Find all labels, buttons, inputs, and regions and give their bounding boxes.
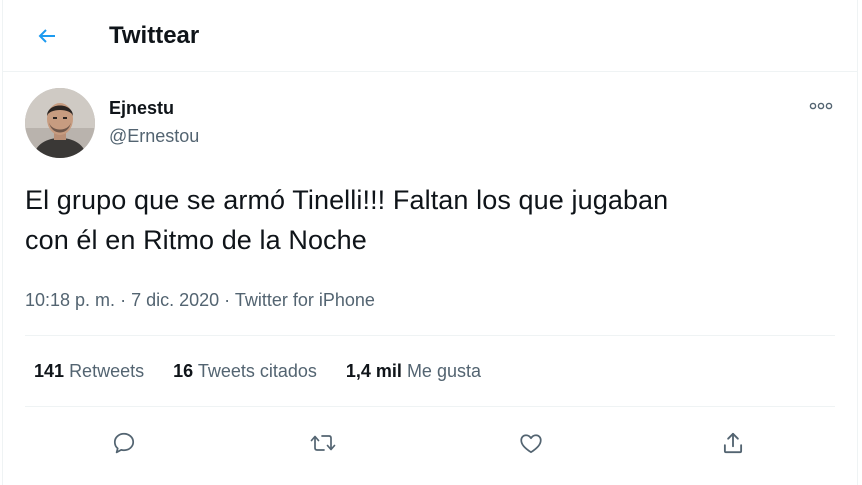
back-button[interactable] xyxy=(27,16,67,56)
like-icon xyxy=(520,434,542,454)
avatar[interactable] xyxy=(25,88,95,158)
tweet-source-link[interactable]: Twitter for iPhone xyxy=(235,290,375,310)
tweet-text-line-1: El grupo que se armó Tinelli!!! Faltan l… xyxy=(25,185,669,215)
tweet-text: El grupo que se armó Tinelli!!! Faltan l… xyxy=(25,180,825,260)
share-icon xyxy=(723,432,743,454)
profile-photo-icon xyxy=(25,88,95,158)
page-title: Twittear xyxy=(109,22,200,49)
more-icon xyxy=(809,102,833,110)
tweet-meta: 10:18 p. m. · 7 dic. 2020 · Twitter for … xyxy=(25,288,375,312)
tweet-page: Twittear Ejnestu @Ernestou El grupo que … xyxy=(2,0,858,485)
quote-tweets-count: 16 xyxy=(173,361,194,381)
divider xyxy=(25,406,835,407)
likes-stat[interactable]: 1,4 mil Me gusta xyxy=(346,359,481,383)
likes-label: Me gusta xyxy=(406,361,481,381)
more-options-button[interactable] xyxy=(805,94,837,118)
share-button[interactable] xyxy=(710,420,756,466)
quote-tweets-stat[interactable]: 16 Tweets citados xyxy=(173,359,317,383)
retweets-count: 141 xyxy=(34,361,65,381)
retweet-button[interactable] xyxy=(300,420,346,466)
page-header: Twittear xyxy=(3,0,857,72)
divider xyxy=(25,335,835,336)
tweet-stats: 141 Retweets 16 Tweets citados 1,4 mil M… xyxy=(34,359,510,383)
like-button[interactable] xyxy=(508,420,554,466)
author-name[interactable]: Ejnestu xyxy=(109,97,174,119)
quote-tweets-label: Tweets citados xyxy=(197,361,317,381)
retweets-label: Retweets xyxy=(69,361,145,381)
tweet-time-link[interactable]: 10:18 p. m. xyxy=(25,290,115,310)
likes-count: 1,4 mil xyxy=(345,361,402,381)
tweet-text-line-2: con él en Ritmo de la Noche xyxy=(25,225,367,255)
meta-separator: · xyxy=(115,290,132,310)
tweet-date-link[interactable]: 7 dic. 2020 xyxy=(131,290,219,310)
arrow-left-icon xyxy=(38,29,55,43)
author-handle[interactable]: @Ernestou xyxy=(109,125,199,147)
meta-separator: · xyxy=(219,290,235,310)
tweet-actions xyxy=(3,420,857,466)
retweets-stat[interactable]: 141 Retweets xyxy=(34,359,144,383)
reply-button[interactable] xyxy=(101,420,147,466)
retweet-icon xyxy=(310,435,336,451)
reply-icon xyxy=(113,432,135,454)
